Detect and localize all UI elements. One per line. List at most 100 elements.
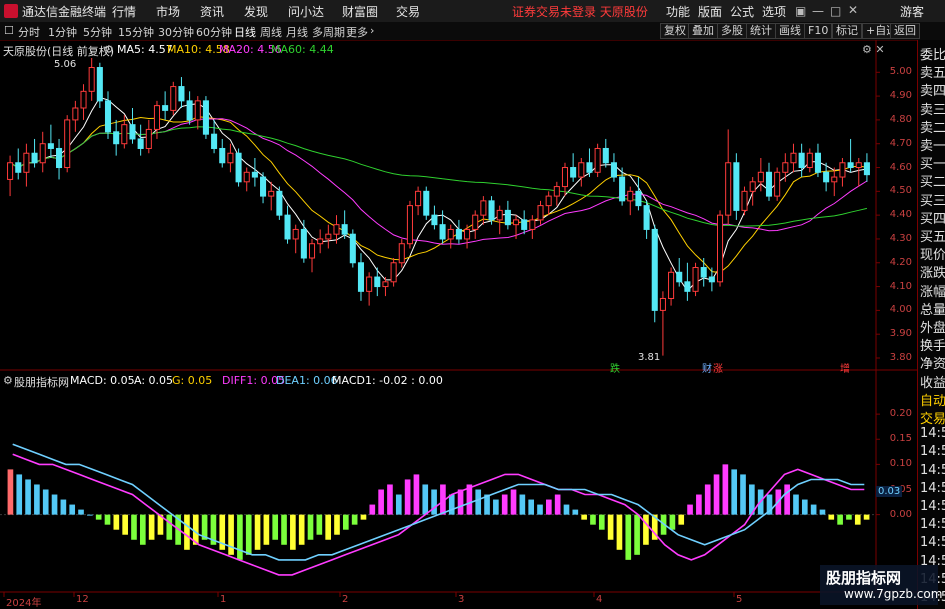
macd-bar <box>25 479 31 515</box>
macd-bar <box>475 489 482 515</box>
right-panel-item[interactable]: 涨幅 <box>920 281 945 300</box>
macd-bar <box>563 504 570 515</box>
macd-tick-label: 0.00 <box>889 508 912 520</box>
right-panel-item[interactable]: 买五 <box>920 226 945 245</box>
marker-die[interactable]: 跌 <box>610 360 620 375</box>
right-panel-item[interactable]: 买二 <box>920 171 945 190</box>
macd-bar <box>42 489 49 515</box>
date-tick-label: 12 <box>76 594 89 605</box>
marker-zhang[interactable]: 涨 <box>713 360 723 375</box>
macd-bar <box>607 514 614 540</box>
right-panel-item[interactable]: 现价 <box>920 244 945 263</box>
candle-body <box>121 124 128 145</box>
candle-body <box>276 190 283 216</box>
right-panel-item[interactable]: 卖三 <box>920 99 945 118</box>
candle-body <box>390 262 397 283</box>
macd-bar <box>457 489 464 515</box>
macd-bar <box>60 499 67 515</box>
right-panel-item[interactable]: 换手 <box>920 335 945 354</box>
right-panel-item[interactable]: 卖一 <box>920 135 945 154</box>
macd-bar <box>572 509 579 515</box>
macd-bar <box>687 504 693 515</box>
candle-body <box>80 90 87 109</box>
candle-body <box>464 228 471 240</box>
candle-body <box>602 147 609 164</box>
right-panel-item[interactable]: 自动 <box>920 390 945 409</box>
right-panel-item[interactable]: 卖五 <box>920 62 945 81</box>
macd-bar <box>431 489 437 515</box>
candle-body <box>839 162 846 178</box>
candle-body <box>643 205 650 230</box>
right-panel-item[interactable]: 卖二 <box>920 117 945 136</box>
candle-body <box>153 105 160 130</box>
macd-bar <box>554 494 561 515</box>
right-panel-item[interactable]: 卖四 <box>920 80 945 99</box>
right-panel-item[interactable]: 涨跌 <box>920 262 945 281</box>
marker-cai[interactable]: 财 <box>702 360 712 375</box>
macd-bar <box>828 514 835 520</box>
right-panel-item[interactable]: 买三 <box>920 190 945 209</box>
price-tick-label: 5.00 <box>889 66 912 78</box>
right-panel-item[interactable]: 委比 <box>920 44 945 63</box>
macd-bar <box>34 484 40 515</box>
price-tick-label: 4.40 <box>889 209 912 221</box>
candle-body <box>64 119 71 169</box>
price-tick-label: 4.10 <box>889 280 912 292</box>
macd-bar <box>722 464 729 515</box>
right-panel-item[interactable]: 买一 <box>920 153 945 172</box>
right-panel-item[interactable]: 收益 <box>920 372 945 391</box>
macd-bar <box>422 484 429 515</box>
kline-chart[interactable] <box>0 0 945 609</box>
macd-bar <box>360 514 367 520</box>
candle-body <box>635 190 642 207</box>
macd-bar <box>369 504 376 515</box>
candle-body <box>333 224 340 235</box>
candle-body <box>798 152 805 169</box>
candle-body <box>782 162 789 173</box>
marker-zeng[interactable]: 增 <box>840 360 850 375</box>
candle-body <box>529 219 536 230</box>
price-tick-label: 4.70 <box>889 137 912 149</box>
right-panel-item[interactable]: 14:56 <box>920 517 945 532</box>
right-panel-item[interactable]: 14:56 <box>920 426 945 441</box>
candle-body <box>170 86 177 111</box>
candle-body <box>757 171 764 183</box>
right-panel-item[interactable]: 净资 <box>920 353 945 372</box>
date-tick-label: 3 <box>458 594 465 605</box>
candle-body <box>790 152 797 164</box>
right-panel-item[interactable]: 14:56 <box>920 535 945 550</box>
candle-body <box>725 162 732 216</box>
price-tick-label: 4.80 <box>889 113 912 125</box>
macd-bar <box>590 514 596 525</box>
candle-body <box>145 128 152 149</box>
price-tick-label: 3.90 <box>889 328 912 340</box>
right-panel-item[interactable]: 总量 <box>920 299 945 318</box>
macd-bar <box>166 514 173 540</box>
candle-body <box>431 214 438 226</box>
right-panel-item[interactable]: 交易 <box>920 408 945 427</box>
candle-body <box>480 200 487 216</box>
candle-body <box>374 276 381 288</box>
candle-body <box>774 171 781 197</box>
candle-body <box>406 205 413 245</box>
candle-body <box>831 176 838 183</box>
right-panel-item[interactable]: 14:56 <box>920 481 945 496</box>
right-panel-item[interactable]: 14:56 <box>920 463 945 478</box>
macd-bar <box>413 474 420 515</box>
macd-bar <box>810 504 817 515</box>
candle-body <box>749 181 756 192</box>
macd-bar <box>78 509 84 515</box>
candle-body <box>162 105 169 111</box>
candle-body <box>692 267 699 292</box>
right-panel-item[interactable]: 14:56 <box>920 444 945 459</box>
right-panel-item[interactable]: 买四 <box>920 208 945 227</box>
macd-bar <box>643 514 649 545</box>
macd-bar <box>740 474 746 515</box>
candle-body <box>455 228 462 240</box>
right-panel-item[interactable]: 14:56 <box>920 499 945 514</box>
macd-bar <box>113 514 120 530</box>
right-panel-item[interactable]: 外盘 <box>920 317 945 336</box>
candle-body <box>488 200 495 221</box>
macd-tick-label: 0.15 <box>889 433 912 445</box>
macd-bar <box>69 504 76 515</box>
